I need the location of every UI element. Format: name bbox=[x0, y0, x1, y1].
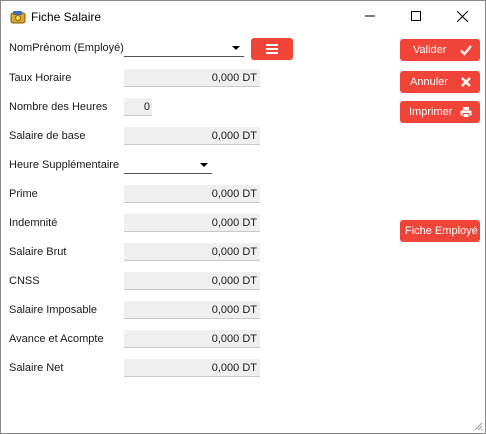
prime-field[interactable]: 0,000 DT bbox=[124, 185, 260, 203]
close-icon bbox=[456, 10, 468, 22]
annuler-label: Annuler bbox=[410, 76, 448, 88]
salaire-imposable-field[interactable]: 0,000 DT bbox=[124, 301, 260, 319]
annuler-button[interactable]: Annuler bbox=[400, 71, 480, 93]
printer-icon bbox=[460, 107, 472, 118]
imprimer-button[interactable]: Imprimer bbox=[400, 101, 480, 123]
taux-horaire-field[interactable]: 0,000 DT bbox=[124, 69, 260, 87]
indemnite-field[interactable]: 0,000 DT bbox=[124, 214, 260, 232]
taux-horaire-label: Taux Horaire bbox=[9, 72, 72, 84]
close-icon bbox=[461, 77, 471, 87]
fiche-salaire-window: Fiche Salaire NomPrénom (Employé) Taux H… bbox=[0, 0, 486, 434]
heure-supp-label: Heure Supplémentaire bbox=[9, 159, 120, 171]
fiche-employe-label: Fiche Employé bbox=[405, 225, 478, 237]
valider-button[interactable]: Valider bbox=[400, 39, 480, 61]
employee-select[interactable] bbox=[124, 39, 244, 57]
minimize-icon bbox=[365, 15, 375, 17]
check-icon bbox=[460, 45, 472, 56]
window-title: Fiche Salaire bbox=[31, 10, 102, 24]
avance-label: Avance et Acompte bbox=[9, 333, 104, 345]
salaire-brut-label: Salaire Brut bbox=[9, 246, 67, 258]
imprimer-label: Imprimer bbox=[409, 106, 453, 118]
salaire-imposable-label: Salaire Imposable bbox=[9, 304, 98, 316]
minimize-button[interactable] bbox=[347, 1, 393, 31]
resize-grip-icon[interactable] bbox=[473, 421, 483, 431]
salaire-base-label: Salaire de base bbox=[9, 130, 86, 142]
chevron-down-icon bbox=[232, 46, 240, 50]
salaire-net-field[interactable]: 0,000 DT bbox=[124, 359, 260, 377]
maximize-icon bbox=[411, 11, 421, 21]
employee-label: NomPrénom (Employé) bbox=[9, 42, 124, 54]
avance-field[interactable]: 0,000 DT bbox=[124, 330, 260, 348]
chevron-down-icon bbox=[200, 163, 208, 167]
maximize-button[interactable] bbox=[393, 1, 439, 31]
salaire-base-field[interactable]: 0,000 DT bbox=[124, 127, 260, 145]
prime-label: Prime bbox=[9, 188, 38, 200]
salaire-brut-field[interactable]: 0,000 DT bbox=[124, 243, 260, 261]
salaire-net-label: Salaire Net bbox=[9, 362, 64, 374]
title-bar: Fiche Salaire bbox=[1, 1, 485, 31]
heure-supp-select[interactable] bbox=[124, 156, 212, 174]
indemnite-label: Indemnité bbox=[9, 217, 58, 229]
employee-menu-button[interactable] bbox=[251, 38, 293, 60]
close-button[interactable] bbox=[439, 1, 485, 31]
list-icon bbox=[266, 44, 278, 54]
valider-label: Valider bbox=[413, 44, 447, 56]
wallet-icon bbox=[10, 11, 26, 24]
cnss-field[interactable]: 0,000 DT bbox=[124, 272, 260, 290]
fiche-employe-button[interactable]: Fiche Employé bbox=[400, 220, 480, 242]
nombre-heures-field[interactable]: 0 bbox=[124, 98, 152, 116]
cnss-label: CNSS bbox=[9, 275, 40, 287]
nombre-heures-label: Nombre des Heures bbox=[9, 101, 108, 113]
